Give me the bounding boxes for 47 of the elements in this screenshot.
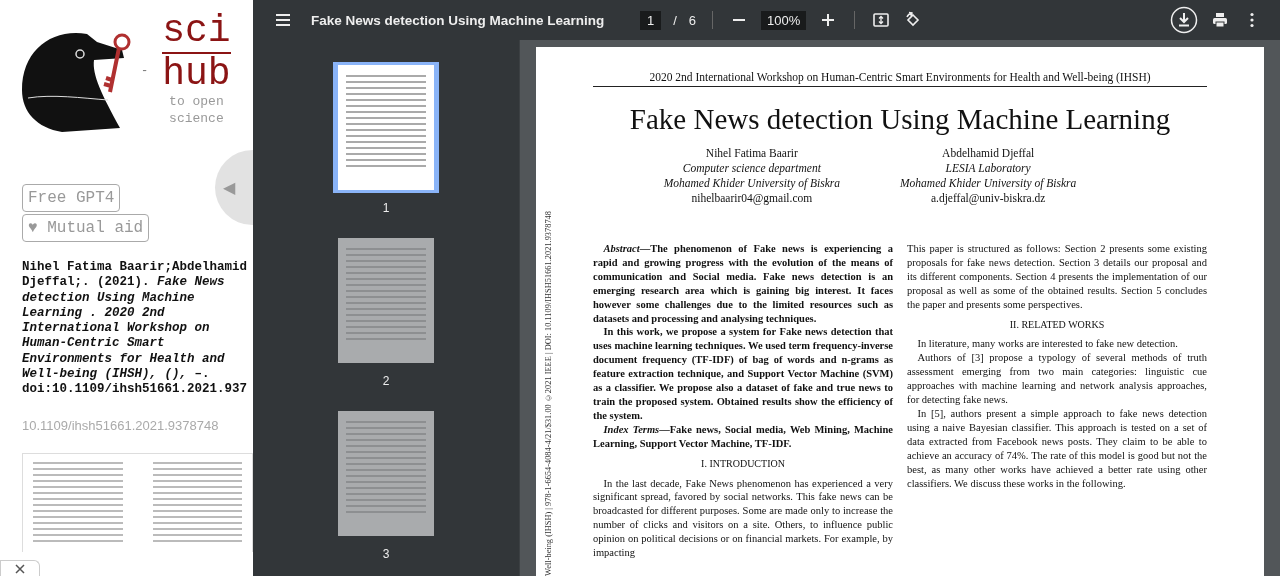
author-email: a.djeffal@univ-biskra.dz (930, 191, 1046, 206)
doi-link[interactable]: 10.1109/ihsh51661.2021.9378748 (22, 417, 219, 433)
sidebar-button[interactable]: ♥ Mutual aid (22, 214, 150, 242)
body-paragraph: This paper is structured as follows: Section 2 presents some existing proposals for fake news detection. Section 3 details our proposal and its different components. Section 4 presents the implementation of our proposal as well as some of the obtained results. Section 5 concludes the paper and presents some perspectives. (907, 242, 1207, 312)
author-name: Nihel Fatima Baarir (705, 146, 798, 161)
paper-title: Fake News detection Using Machine Learning (628, 103, 1172, 136)
citation-text: Nihel Fatima Baarir;Abdelhamid Djeffal;. (2021). Fake News detection Using Machine Learning . 2020 2nd International Workshop on Human-Centric Smart Environments for Health and Well-being (IHSH), (), –. doi:10.1109/ihsh51661.2021.937 (22, 260, 249, 398)
section-heading: II. RELATED WORKS (1008, 317, 1106, 332)
abstract-paragraph: Abstract—The phenomenon of Fake news is experiencing a rapid and growing progress with the evolution of the means of communication and Social media. Fake news detection is an emerging research area which is gaining big interest. It faces however some challenges due to the limited resources such as datasets and processing and analysing techniques. (593, 242, 893, 326)
collapse-button[interactable]: ◀ (215, 150, 253, 225)
page-number-label: 3 (382, 547, 390, 561)
logo-text: sci (162, 12, 231, 54)
close-icon (14, 562, 26, 575)
download-icon[interactable] (1170, 6, 1198, 34)
body-paragraph: In the last decade, Fake News phenomenon has experienced a very significant spread, favored by social networks. This fake news can be broadcasted for different purposes. Some are made only to increase the number of clicks and visitors on a site. Others, to influence public opinion on political decisions or on financial markets. For example, by impacting (593, 476, 893, 560)
abstract-paragraph: In this work, we propose a system for Fake news detection that uses machine learning techniques. We used term frequency-inverse document frequency (TF-IDF) of bag of words and n-grams as feature extraction technique, and Support Vector Machine (SVM) as a classifier. We propose also a dataset of fake and true news to train the proposed system. Obtained results show the efficiency of the system. (593, 325, 893, 423)
section-heading: I. INTRODUCTION (700, 456, 786, 471)
author-name: Abdelhamid Djeffal (942, 146, 1035, 161)
page-separator: / (673, 12, 677, 28)
tagline: science (169, 110, 224, 127)
logo-text: hub (162, 55, 231, 93)
body-paragraph: Authors of [3] propose a typology of several methods of truth assessment emerging from two main categories: linguistic cue approaches with machine learning and network analysis approaches, for detecting fake news. (907, 351, 1207, 407)
page-number-label: 1 (382, 201, 390, 215)
fit-page-icon[interactable] (871, 10, 892, 30)
author-university: Mohamed Khider University of Biskra (663, 176, 840, 191)
document-title: Fake News detection Using Machine Learning (311, 12, 605, 28)
close-button[interactable] (0, 560, 40, 576)
page-number-field[interactable]: 1 (640, 10, 662, 30)
author-email: nihelbaarir04@gmail.com (691, 191, 813, 206)
tagline: to open (169, 93, 224, 110)
body-paragraph: In [5], authors present a simple approach to fake news detection using a naive Bayesian classifier. This approach is tested on a set of data extracted from Facebook news posts. They claim to be able to achieve an accuracy of 74%. The rate of this model is good but not the best, as many other works have achieved a better rate using other classifiers. We discuss these works in the following. (907, 406, 1207, 491)
running-header: 2020 2nd International Workshop on Human-Centric Smart Environments for Health and Well-being (IHSH) (593, 71, 1207, 87)
body-paragraph: In literature, many works are interested to fake new detection. (916, 337, 1179, 352)
side-note: Well-being (IHSH) | 978-1-6654-4084-4/21/$31.00 ©2021 IEEE | DOI: 10.1109/IHSH51661.2021.9378748 (544, 211, 553, 576)
page-number-label: 2 (382, 374, 390, 388)
sidebar-button[interactable]: Free GPT4 (22, 184, 121, 212)
zoom-field[interactable]: 100% (761, 10, 807, 30)
print-icon[interactable] (1210, 10, 1230, 30)
logo-dash: - (141, 64, 149, 78)
author-department: LESIA Laboratory (945, 161, 1031, 176)
page-thumbnail[interactable] (333, 62, 439, 193)
author-university: Mohamed Khider University of Biskra (900, 176, 1077, 191)
author-department: Computer science department (682, 161, 821, 176)
page-thumbnail[interactable] (335, 408, 437, 539)
page-count: 6 (688, 12, 697, 28)
abstract-paragraph: Index Terms—Fake news, Social media, Web Mining, Machine Learning, Support Vector Machine, TF-IDF. (593, 422, 893, 451)
page-thumbnail[interactable] (335, 235, 437, 366)
